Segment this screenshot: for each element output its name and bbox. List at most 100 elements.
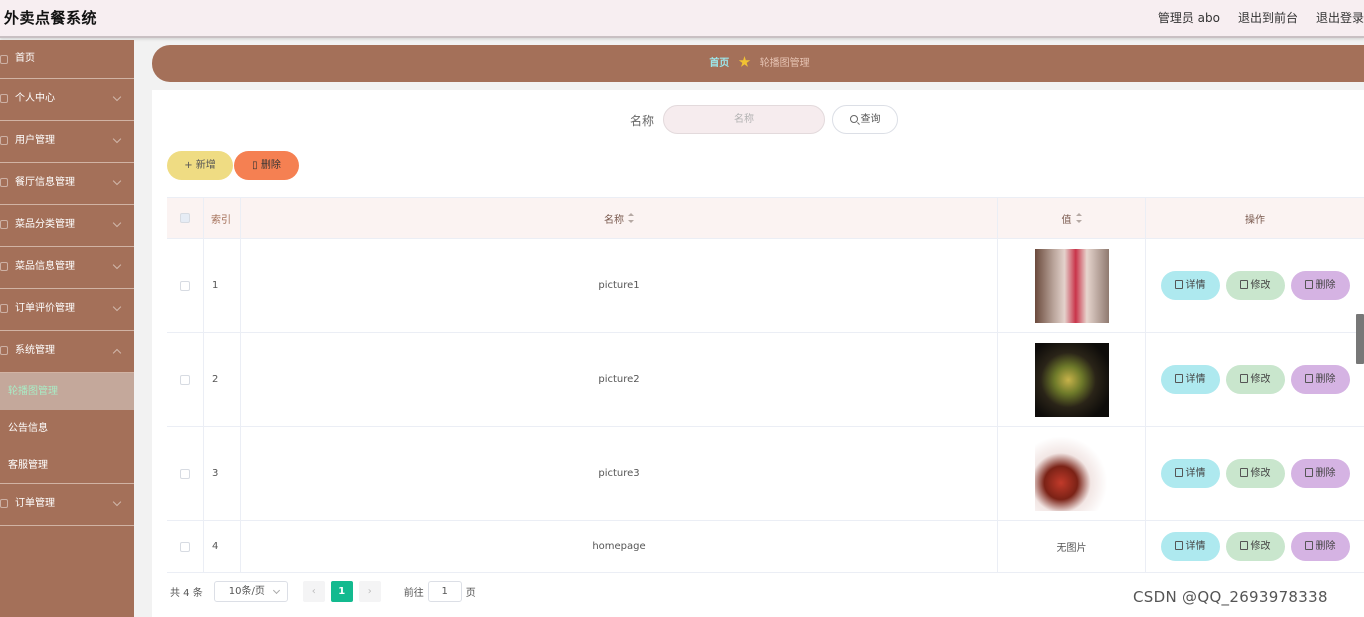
search-button[interactable]: 查询 [832,105,898,134]
delete-button[interactable]: 删除 [1290,532,1350,561]
chevron-down-icon [112,176,122,186]
document-icon [1174,374,1183,383]
sidebar-item-label: 订单评价管理 [15,303,75,314]
sidebar-item-system-management[interactable]: 系统管理 [0,331,134,373]
plus-icon: + [184,160,196,171]
search-input[interactable]: 名称 [663,105,825,134]
sidebar-item-order-review[interactable]: 订单评价管理 [0,289,134,331]
sidebar-item-label: 订单管理 [15,498,55,509]
select-all-checkbox[interactable] [180,213,190,223]
row-checkbox[interactable] [180,280,190,291]
batch-delete-button[interactable]: ▯ 删除 [234,151,299,180]
row-checkbox[interactable] [180,374,190,385]
logout-link[interactable]: 退出登录 [1316,9,1364,26]
sidebar-subitem-announcement[interactable]: 公告信息 [0,410,134,447]
delete-button[interactable]: 删除 [1290,459,1350,488]
edit-button[interactable]: 修改 [1225,532,1285,561]
row-checkbox-cell [167,521,204,572]
detail-button[interactable]: 详情 [1160,532,1220,561]
row-checkbox[interactable] [180,468,190,479]
sidebar-item-user-management[interactable]: 用户管理 [0,121,134,163]
search-icon [849,115,858,123]
carousel-image[interactable] [1034,436,1109,511]
sidebar-item-dish-info[interactable]: 菜品信息管理 [0,247,134,289]
table-row: 3 picture3 详情 修改 删除 [167,427,1364,521]
sidebar-item-label: 用户管理 [15,135,55,146]
delete-button[interactable]: 删除 [1290,271,1350,300]
detail-button[interactable]: 详情 [1160,459,1220,488]
breadcrumb: 首页 轮播图管理 [152,45,1364,82]
users-icon [0,136,8,145]
delete-label: 删除 [1315,280,1336,291]
watermark: CSDN @QQ_2693978338 [1133,588,1328,606]
chevron-down-icon [112,260,122,270]
delete-button-label: 删除 [260,160,281,171]
search-button-label: 查询 [860,114,881,125]
delete-label: 删除 [1315,468,1336,479]
sidebar: 首页 个人中心 用户管理 餐厅信息管理 菜品分类管理 菜品信息管理 订单评价管理… [0,40,134,617]
admin-user-link[interactable]: 管理员 abo [1158,9,1220,26]
row-name: picture3 [241,427,998,520]
sidebar-item-restaurant-info[interactable]: 餐厅信息管理 [0,163,134,205]
user-icon [0,94,8,103]
edit-button[interactable]: 修改 [1225,365,1285,394]
header-value[interactable]: 值 [998,198,1146,238]
edit-button[interactable]: 修改 [1225,271,1285,300]
header-value-label: 值 [1061,214,1072,226]
exit-to-frontend-link[interactable]: 退出到前台 [1238,9,1298,26]
category-icon [0,220,8,229]
sidebar-item-label: 菜品分类管理 [15,219,75,230]
sidebar-item-order-management[interactable]: 订单管理 [0,484,134,526]
sidebar-item-dish-category[interactable]: 菜品分类管理 [0,205,134,247]
sidebar-item-label: 菜品信息管理 [15,261,75,272]
delete-button[interactable]: 删除 [1290,365,1350,394]
trash-icon [1304,374,1313,383]
page-number-current[interactable]: 1 [330,580,353,602]
page-size-select[interactable]: 10条/页 [213,580,288,602]
prev-page-button[interactable]: ‹ [302,580,325,602]
detail-label: 详情 [1185,374,1206,385]
edit-icon [1239,468,1248,477]
sidebar-item-label: 个人中心 [15,93,55,104]
table-row: 1 picture1 详情 修改 删除 [167,239,1364,333]
chevron-up-icon [112,348,122,358]
row-checkbox-cell [167,427,204,520]
restaurant-icon [0,178,8,187]
carousel-image[interactable] [1034,342,1109,417]
home-icon [0,55,8,64]
detail-label: 详情 [1185,468,1206,479]
edit-label: 修改 [1250,541,1271,552]
edit-button[interactable]: 修改 [1225,459,1285,488]
row-checkbox[interactable] [180,541,190,552]
main-panel: 名称 名称 查询 + 新增 ▯ 删除 索引 名称 值 操作 1 picture1… [152,90,1364,617]
vertical-scrollbar[interactable] [1356,314,1364,364]
header-name[interactable]: 名称 [241,198,998,238]
sidebar-subitem-customer-service[interactable]: 客服管理 [0,447,134,484]
header-checkbox-cell [167,198,204,238]
edit-label: 修改 [1250,468,1271,479]
next-page-button[interactable]: › [358,580,381,602]
detail-button[interactable]: 详情 [1160,365,1220,394]
dish-icon [0,262,8,271]
breadcrumb-home[interactable]: 首页 [709,58,729,69]
carousel-image[interactable] [1034,248,1109,323]
chevron-down-icon [112,134,122,144]
add-button[interactable]: + 新增 [167,151,233,180]
sidebar-item-personal-center[interactable]: 个人中心 [0,79,134,121]
row-value [998,333,1146,426]
sidebar-subitem-carousel[interactable]: 轮播图管理 [0,373,134,410]
search-bar: 名称 名称 查询 [152,105,1364,135]
sort-icon[interactable] [628,213,634,223]
table-row: 2 picture2 详情 修改 删除 [167,333,1364,427]
chevron-down-icon [112,497,122,507]
goto-page-input[interactable]: 1 [427,580,462,602]
delete-label: 删除 [1315,374,1336,385]
row-index: 3 [204,427,241,520]
row-checkbox-cell [167,239,204,332]
sidebar-item-home[interactable]: 首页 [0,40,134,79]
row-value [998,239,1146,332]
order-icon [0,499,8,508]
detail-button[interactable]: 详情 [1160,271,1220,300]
detail-label: 详情 [1185,541,1206,552]
sort-icon[interactable] [1075,213,1082,223]
